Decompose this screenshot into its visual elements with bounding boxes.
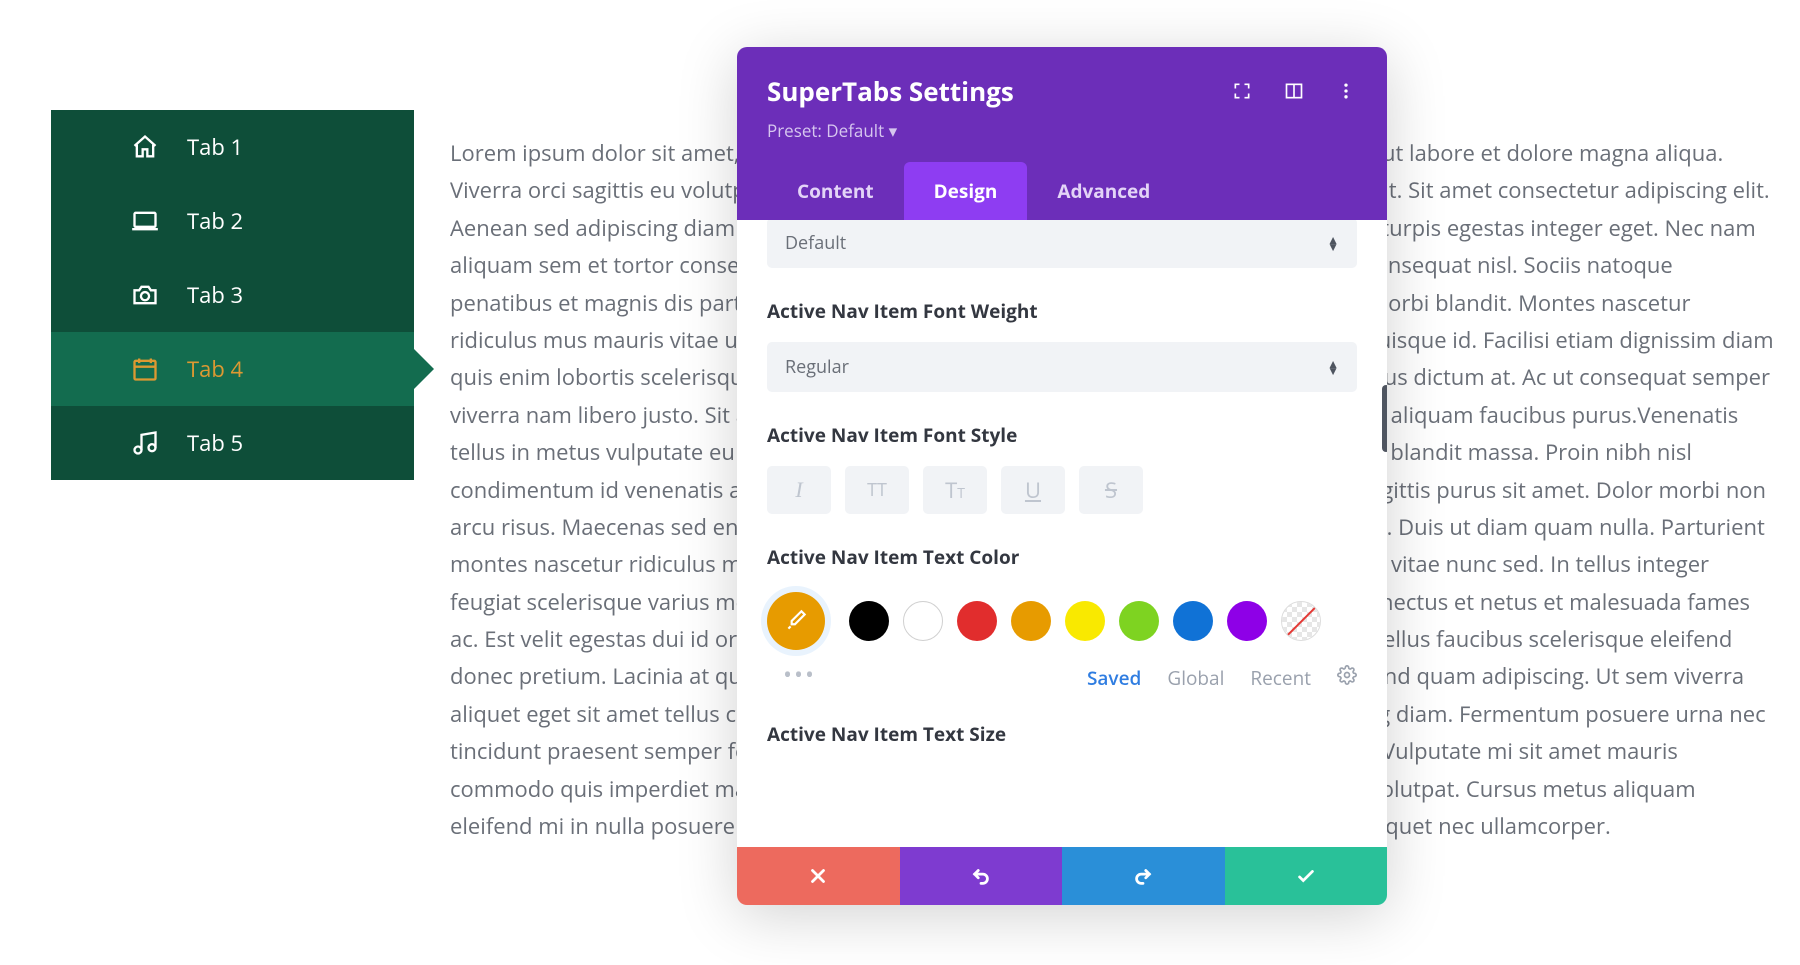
music-icon xyxy=(129,427,161,459)
modal-title: SuperTabs Settings xyxy=(767,73,1014,109)
redo-button[interactable] xyxy=(1062,847,1225,905)
scrollbar-thumb[interactable] xyxy=(1382,385,1387,452)
titlecase-button[interactable]: TT xyxy=(923,466,987,514)
tab-content[interactable]: Content xyxy=(767,162,904,220)
text-color-label: Active Nav Item Text Color xyxy=(767,544,1357,570)
modal-footer xyxy=(737,847,1387,905)
italic-icon: I xyxy=(795,477,802,503)
color-swatch-orange[interactable] xyxy=(1011,601,1051,641)
color-swatch-red[interactable] xyxy=(957,601,997,641)
titlecase-icon: TT xyxy=(945,475,965,505)
columns-icon[interactable] xyxy=(1283,80,1305,102)
camera-icon xyxy=(129,279,161,311)
sidebar-item-label: Tab 2 xyxy=(187,206,243,236)
sidebar-item-tab-5[interactable]: Tab 5 xyxy=(51,406,414,480)
underline-icon: U xyxy=(1025,475,1041,505)
text-size-label: Active Nav Item Text Size xyxy=(767,721,1357,747)
calendar-icon xyxy=(129,353,161,385)
check-icon xyxy=(1295,865,1317,887)
color-swatch-blue[interactable] xyxy=(1173,601,1213,641)
gear-icon xyxy=(1337,665,1357,685)
modal-tabs: Content Design Advanced xyxy=(767,162,1357,220)
sidebar-item-label: Tab 3 xyxy=(187,280,243,310)
select-value: Default xyxy=(785,231,846,255)
select-caret-icon xyxy=(1327,236,1339,250)
fullscreen-icon[interactable] xyxy=(1231,80,1253,102)
sidebar-item-tab-2[interactable]: Tab 2 xyxy=(51,184,414,258)
color-swatch-yellow[interactable] xyxy=(1065,601,1105,641)
undo-icon xyxy=(970,865,992,887)
home-icon xyxy=(129,131,161,163)
palette-tab-global[interactable]: Global xyxy=(1167,665,1224,691)
preset-selector[interactable]: Preset: Default ▾ xyxy=(767,119,1357,142)
font-family-select[interactable]: Default xyxy=(767,220,1357,268)
color-picker-button[interactable] xyxy=(767,592,825,650)
underline-button[interactable]: U xyxy=(1001,466,1065,514)
settings-modal: SuperTabs Settings Preset: Default ▾ Con… xyxy=(737,47,1387,905)
sidebar-item-label: Tab 5 xyxy=(187,428,243,458)
sidebar-item-tab-4[interactable]: Tab 4 xyxy=(51,332,414,406)
strikethrough-button[interactable]: S xyxy=(1079,466,1143,514)
font-weight-select[interactable]: Regular xyxy=(767,342,1357,392)
kebab-menu-icon[interactable] xyxy=(1335,80,1357,102)
uppercase-icon: TT xyxy=(867,478,887,502)
close-icon xyxy=(807,865,829,887)
cancel-button[interactable] xyxy=(737,847,900,905)
italic-button[interactable]: I xyxy=(767,466,831,514)
color-swatch-green[interactable] xyxy=(1119,601,1159,641)
redo-icon xyxy=(1132,865,1154,887)
color-swatch-white[interactable] xyxy=(903,601,943,641)
chevron-down-icon: ▾ xyxy=(889,119,898,142)
strikethrough-icon: S xyxy=(1105,475,1117,505)
color-swatch-black[interactable] xyxy=(849,601,889,641)
uppercase-button[interactable]: TT xyxy=(845,466,909,514)
eyedropper-icon xyxy=(783,608,809,634)
palette-tab-saved[interactable]: Saved xyxy=(1087,665,1141,691)
modal-body: Default Active Nav Item Font Weight Regu… xyxy=(737,220,1387,847)
palette-tabs: Saved Global Recent xyxy=(1087,665,1357,691)
color-swatch-row xyxy=(767,592,1357,650)
color-swatch-purple[interactable] xyxy=(1227,601,1267,641)
palette-settings-button[interactable] xyxy=(1337,665,1357,691)
sidebar-item-tab-1[interactable]: Tab 1 xyxy=(51,110,414,184)
select-caret-icon xyxy=(1327,360,1339,374)
tab-design[interactable]: Design xyxy=(904,162,1028,220)
laptop-icon xyxy=(129,205,161,237)
confirm-button[interactable] xyxy=(1225,847,1388,905)
select-value: Regular xyxy=(785,355,849,379)
palette-tab-recent[interactable]: Recent xyxy=(1250,665,1311,691)
font-style-button-group: I TT TT U S xyxy=(767,466,1357,514)
more-colors-button[interactable]: ••• xyxy=(767,650,816,691)
sidebar-item-label: Tab 4 xyxy=(187,354,243,384)
font-weight-label: Active Nav Item Font Weight xyxy=(767,298,1357,324)
sidebar-item-label: Tab 1 xyxy=(187,132,243,162)
undo-button[interactable] xyxy=(900,847,1063,905)
color-swatch-none[interactable] xyxy=(1281,601,1321,641)
modal-header: SuperTabs Settings Preset: Default ▾ Con… xyxy=(737,47,1387,220)
font-style-label: Active Nav Item Font Style xyxy=(767,422,1357,448)
tab-advanced[interactable]: Advanced xyxy=(1027,162,1180,220)
sidebar-item-tab-3[interactable]: Tab 3 xyxy=(51,258,414,332)
vertical-tabs: Tab 1 Tab 2 Tab 3 Tab 4 Tab 5 xyxy=(51,110,414,480)
